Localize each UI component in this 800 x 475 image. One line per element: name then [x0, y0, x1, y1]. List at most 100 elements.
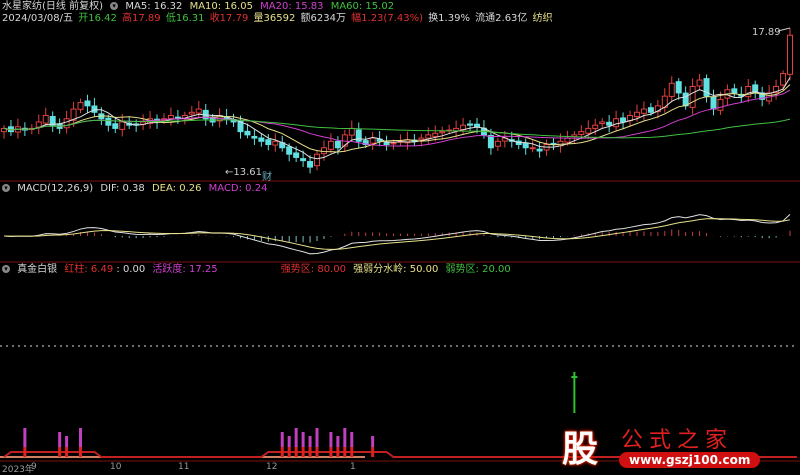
- open: 开16.42: [78, 13, 117, 24]
- candle: [633, 111, 640, 118]
- axis-label: 12: [266, 462, 278, 472]
- candle: [745, 85, 752, 98]
- low-price-label: ←13.61: [225, 167, 262, 178]
- candle: [578, 131, 585, 135]
- candle: [731, 88, 738, 94]
- turnover: 换1.39%: [428, 13, 470, 24]
- candle: [717, 98, 724, 111]
- red-bar-value: 红柱: 6.49: [64, 264, 114, 275]
- candle: [355, 129, 362, 142]
- candle: [300, 158, 307, 162]
- candle: [91, 105, 98, 113]
- close: 收17.79: [209, 13, 249, 24]
- candle: [320, 147, 327, 155]
- candle: [487, 134, 494, 149]
- indicator-value: : 0.00: [116, 264, 146, 275]
- candle: [418, 137, 425, 141]
- axis-label: 11: [178, 462, 190, 472]
- candle: [668, 82, 675, 97]
- amount: 额6234万: [300, 13, 346, 24]
- ma5: MA5: 16.32: [125, 1, 183, 12]
- strong-zone: 强势区: 80.00: [280, 264, 346, 275]
- candle: [314, 153, 321, 167]
- candle: [425, 134, 432, 139]
- dropdown-icon[interactable]: ▾: [110, 2, 119, 10]
- candle: [494, 140, 501, 147]
- candle: [258, 137, 265, 142]
- candle: [167, 115, 174, 120]
- candle: [119, 121, 126, 130]
- candle: [105, 117, 112, 126]
- axis-label: 9: [31, 462, 37, 472]
- candle: [439, 131, 446, 134]
- candle: [35, 121, 42, 128]
- ma60: MA60: 15.02: [330, 1, 395, 12]
- candle: [77, 102, 84, 110]
- candle: [710, 96, 717, 110]
- candle: [473, 123, 480, 128]
- candle: [467, 123, 474, 126]
- candle: [536, 148, 543, 152]
- candle: [293, 152, 300, 158]
- candle: [265, 139, 272, 146]
- axis-label: 10: [110, 462, 122, 472]
- candle: [383, 141, 390, 146]
- dropdown-icon[interactable]: ▾: [2, 265, 10, 273]
- candle: [585, 127, 592, 134]
- sector[interactable]: 纺织: [533, 13, 553, 24]
- candle: [327, 140, 334, 150]
- activity-value: 活跃度: 17.25: [152, 264, 218, 275]
- candle: [606, 121, 613, 126]
- candle: [620, 117, 627, 123]
- candle: [599, 121, 606, 125]
- indicator-title: 真金白银: [17, 264, 58, 275]
- chart-canvas[interactable]: ←13.61 财 17.89: [0, 0, 800, 475]
- float-shares: 流通2.63亿: [475, 13, 528, 24]
- stock-title: 水星家纺(日线 前复权): [2, 1, 103, 12]
- weak-zone: 弱势区: 20.00: [445, 264, 511, 275]
- candle: [647, 107, 654, 113]
- candle: [529, 147, 536, 150]
- candle: [564, 137, 571, 143]
- macd-dif: DIF: 0.38: [100, 183, 145, 194]
- candle: [272, 140, 279, 146]
- candle: [244, 130, 251, 136]
- candle: [780, 73, 787, 86]
- candle: [613, 118, 620, 128]
- candle: [369, 137, 376, 144]
- macd-title: MACD(12,26,9): [17, 183, 94, 194]
- macd-value: MACD: 0.24: [208, 183, 268, 194]
- change: 幅1.23(7.43%): [351, 13, 423, 24]
- watermark-logo: 股 公式之家 www.gszj100.com: [555, 420, 800, 475]
- macd-dea: DEA: 0.26: [151, 183, 202, 194]
- indicator-header: ▾ 真金白银 红柱: 6.49 : 0.00 活跃度: 17.25 强势区: 8…: [2, 264, 515, 276]
- candle: [682, 92, 689, 107]
- candle: [112, 123, 119, 129]
- candle: [334, 140, 341, 149]
- ma10: MA10: 16.05: [189, 1, 253, 12]
- event-marker[interactable]: 财: [262, 170, 272, 183]
- header-row-2: 2024/03/08/五 开16.42 高17.89 低16.31 收17.79…: [2, 13, 557, 25]
- volume: 量36592: [253, 13, 296, 24]
- date: 2024/03/08/五: [2, 13, 74, 24]
- low: 低16.31: [165, 13, 205, 24]
- axis-label: 1: [350, 462, 356, 472]
- candle: [522, 142, 529, 149]
- candle: [640, 108, 647, 114]
- divide-line-value: 强弱分水岭: 50.00: [353, 264, 439, 275]
- candle: [42, 115, 49, 124]
- logo-text: 公式之家: [621, 428, 734, 453]
- candle: [348, 127, 355, 136]
- axis-label: 2023年: [2, 465, 34, 475]
- candle: [592, 124, 599, 129]
- candle: [432, 132, 439, 137]
- candle: [286, 146, 293, 155]
- high: 高17.89: [122, 13, 161, 24]
- high-price-label: 17.89: [752, 27, 781, 38]
- candle: [675, 81, 682, 94]
- candle: [689, 85, 696, 108]
- candle: [188, 111, 195, 115]
- logo-url: www.gszj100.com: [619, 452, 761, 468]
- dropdown-icon[interactable]: ▾: [2, 184, 10, 192]
- candle: [696, 79, 703, 87]
